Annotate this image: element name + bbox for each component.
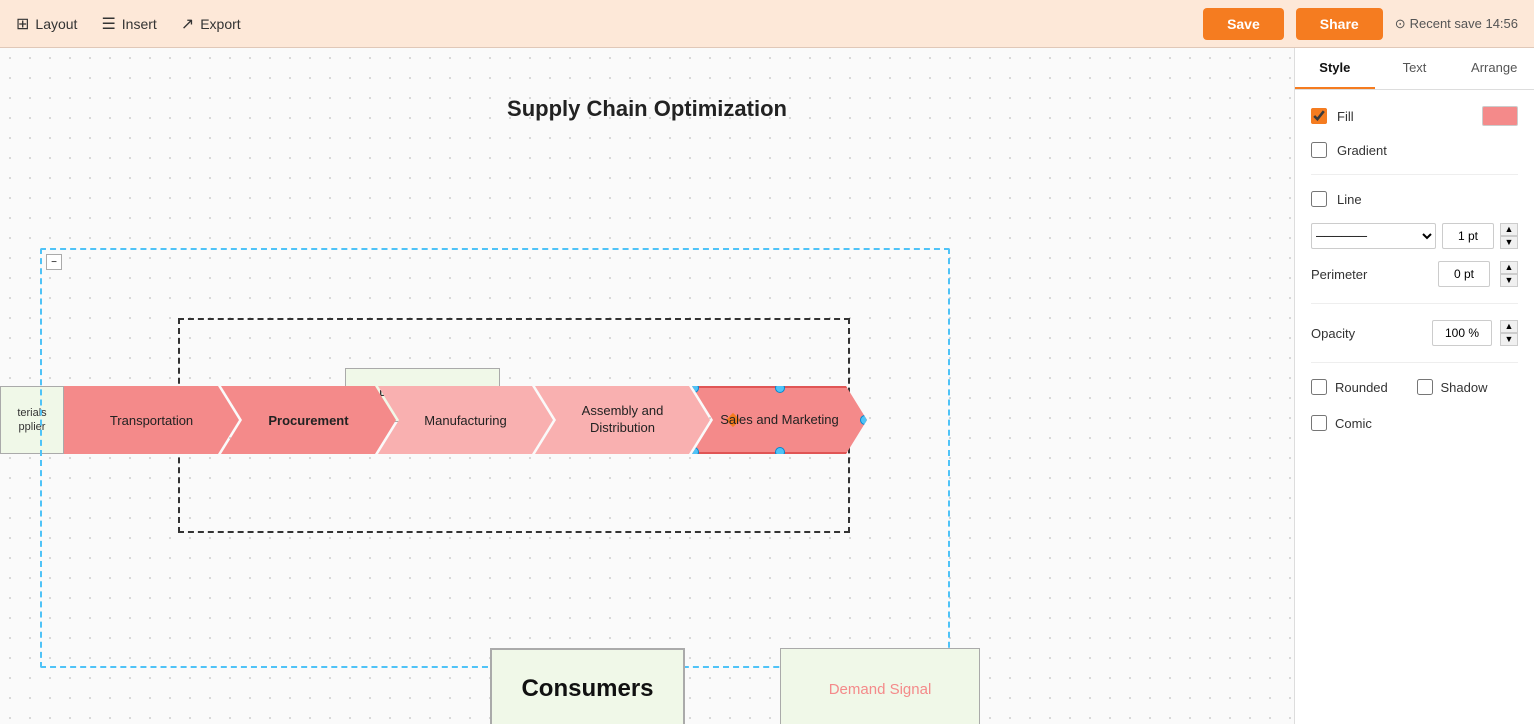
line-pt-spinner: ▲ ▼ <box>1500 223 1518 249</box>
right-panel: Style Text Arrange Fill Gradient Line <box>1294 48 1534 724</box>
panel-tabs: Style Text Arrange <box>1295 48 1534 90</box>
comic-label: Comic <box>1335 416 1372 431</box>
perimeter-pt-input[interactable] <box>1438 261 1490 287</box>
toolbar-right: Save Share ⊙ Recent save 14:56 <box>1203 8 1518 40</box>
perimeter-row: Perimeter ▲ ▼ <box>1311 261 1518 287</box>
divider-3 <box>1311 362 1518 363</box>
shadow-checkbox[interactable] <box>1417 379 1433 395</box>
collapse-button[interactable]: − <box>46 254 62 270</box>
export-menu[interactable]: ↗ Export <box>181 14 241 34</box>
manufacturing-label: Manufacturing <box>416 413 514 428</box>
perimeter-pt-spinner: ▲ ▼ <box>1500 261 1518 287</box>
tab-style[interactable]: Style <box>1295 48 1375 89</box>
fill-label: Fill <box>1337 109 1472 124</box>
assembly-label: Assembly and Distribution <box>535 403 710 437</box>
line-pt-input[interactable] <box>1442 223 1494 249</box>
export-label: Export <box>200 16 240 32</box>
share-button[interactable]: Share <box>1296 8 1383 40</box>
comic-checkbox[interactable] <box>1311 415 1327 431</box>
opacity-up[interactable]: ▲ <box>1500 320 1518 333</box>
sales-label: Sales and Marketing <box>704 412 855 429</box>
comic-row: Comic <box>1311 415 1518 431</box>
main-area: Supply Chain Optimization terialspplier … <box>0 48 1534 724</box>
transportation-label: Transportation <box>102 413 201 428</box>
rounded-label: Rounded <box>1335 380 1388 395</box>
fill-row: Fill <box>1311 106 1518 126</box>
opacity-spinner: ▲ ▼ <box>1500 320 1518 346</box>
toolbar: ⊞ Layout ☰ Insert ↗ Export Save Share ⊙ … <box>0 0 1534 48</box>
rounded-row: Rounded <box>1311 379 1413 395</box>
panel-content: Fill Gradient Line ────── - - - - ······… <box>1295 90 1534 724</box>
recent-save-text: Recent save 14:56 <box>1410 16 1518 31</box>
insert-label: Insert <box>122 16 157 32</box>
gradient-checkbox[interactable] <box>1311 142 1327 158</box>
save-button[interactable]: Save <box>1203 8 1284 40</box>
opacity-input[interactable] <box>1432 320 1492 346</box>
recent-save: ⊙ Recent save 14:56 <box>1395 16 1518 32</box>
line-style-dropdown[interactable]: ────── - - - - ········ <box>1311 223 1436 249</box>
fill-checkbox[interactable] <box>1311 108 1327 124</box>
demand-signal-box[interactable]: Demand Signal <box>780 648 980 724</box>
layout-label: Layout <box>35 16 77 32</box>
consumers-box[interactable]: Consumers <box>490 648 685 724</box>
perimeter-pt-down[interactable]: ▼ <box>1500 274 1518 287</box>
divider-2 <box>1311 303 1518 304</box>
procurement-label: Procurement <box>260 413 356 428</box>
insert-menu[interactable]: ☰ Insert <box>101 14 156 34</box>
line-selector-row: ────── - - - - ········ ▲ ▼ <box>1311 223 1518 249</box>
shadow-row: Shadow <box>1417 379 1519 395</box>
container-outer[interactable]: − <box>40 248 950 668</box>
layout-icon: ⊞ <box>16 14 29 34</box>
export-icon: ↗ <box>181 14 194 34</box>
layout-menu[interactable]: ⊞ Layout <box>16 14 77 34</box>
perimeter-pt-up[interactable]: ▲ <box>1500 261 1518 274</box>
gradient-row: Gradient <box>1311 142 1518 158</box>
opacity-down[interactable]: ▼ <box>1500 333 1518 346</box>
chevrons-row: Transportation Procurement Manufacturing… <box>64 386 867 454</box>
chevron-sales[interactable]: Sales and Marketing <box>692 386 867 454</box>
clock-icon: ⊙ <box>1395 16 1406 32</box>
tab-text[interactable]: Text <box>1375 48 1455 89</box>
chevron-transportation[interactable]: Transportation <box>64 386 239 454</box>
insert-icon: ☰ <box>101 14 115 34</box>
line-label: Line <box>1337 192 1518 207</box>
consumers-label: Consumers <box>521 675 653 703</box>
demand-signal-label: Demand Signal <box>829 681 932 698</box>
fill-color-swatch[interactable] <box>1482 106 1518 126</box>
line-pt-down[interactable]: ▼ <box>1500 236 1518 249</box>
chevron-procurement[interactable]: Procurement <box>221 386 396 454</box>
chevron-manufacturing[interactable]: Manufacturing <box>378 386 553 454</box>
gradient-label: Gradient <box>1337 143 1518 158</box>
chevron-assembly[interactable]: Assembly and Distribution <box>535 386 710 454</box>
line-pt-up[interactable]: ▲ <box>1500 223 1518 236</box>
opacity-label: Opacity <box>1311 326 1424 341</box>
style-options: Rounded Shadow <box>1311 379 1518 407</box>
tab-arrange[interactable]: Arrange <box>1454 48 1534 89</box>
diagram-title: Supply Chain Optimization <box>507 96 787 122</box>
shadow-label: Shadow <box>1441 380 1488 395</box>
opacity-row: Opacity ▲ ▼ <box>1311 320 1518 346</box>
line-checkbox[interactable] <box>1311 191 1327 207</box>
perimeter-label: Perimeter <box>1311 267 1428 282</box>
rounded-checkbox[interactable] <box>1311 379 1327 395</box>
canvas[interactable]: Supply Chain Optimization terialspplier … <box>0 48 1294 724</box>
divider-1 <box>1311 174 1518 175</box>
line-row: Line <box>1311 191 1518 207</box>
